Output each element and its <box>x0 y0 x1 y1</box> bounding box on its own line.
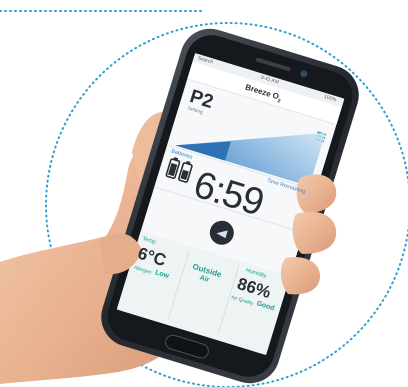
hand-ring-finger <box>280 256 320 295</box>
hand-middle-finger <box>292 211 337 254</box>
